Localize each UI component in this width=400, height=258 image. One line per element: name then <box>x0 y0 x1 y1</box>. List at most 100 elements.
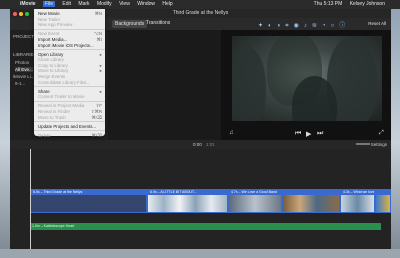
tree-shape <box>232 46 266 121</box>
window-title: Third Grade at the Nellys <box>172 10 229 16</box>
zoom-icon[interactable] <box>25 12 29 16</box>
menu-window[interactable]: Window <box>137 1 155 7</box>
file-menu-item[interactable]: Delete ⌘⌫ <box>38 133 102 138</box>
menu-mark[interactable]: Mark <box>78 1 89 7</box>
file-menu: New Movie ⌘N New Trailer New App Preview New… <box>34 9 105 138</box>
file-menu-item-shortcut: ▸ <box>99 68 102 74</box>
timeline-clip[interactable]: 4.3s – What we love ab... <box>340 189 375 213</box>
menu-view[interactable]: View <box>119 1 130 7</box>
menu-modify[interactable]: Modify <box>97 1 112 7</box>
file-menu-item[interactable]: Consolidate Library Files... <box>38 80 102 85</box>
file-menu-item-label: New Movie <box>38 11 60 16</box>
magic-wand-icon[interactable]: ✦ <box>258 23 263 29</box>
file-menu-item-label: Move to Library <box>38 68 69 74</box>
file-menu-item[interactable]: New App Preview <box>38 22 102 27</box>
speed-icon[interactable]: ◔ <box>322 23 326 29</box>
file-menu-item[interactable]: Close Library <box>38 57 102 62</box>
playhead[interactable] <box>30 149 31 249</box>
info-icon[interactable]: ⓘ <box>339 23 345 29</box>
fullscreen-icon[interactable]: ⤢ <box>379 130 384 137</box>
filter-icon[interactable]: ○ <box>331 23 335 29</box>
file-menu-item-label: Convert Trailer to Movie <box>38 94 85 100</box>
file-menu-item-label: Import iMovie iOS Projects... <box>38 42 94 48</box>
file-menu-item-label: Consolidate Library Files... <box>38 79 90 85</box>
file-menu-item[interactable]: Reveal in Finder ⇧⌘R <box>38 109 102 114</box>
crop-icon[interactable]: ⌗ <box>285 23 288 29</box>
skip-back-icon[interactable]: ⏮ <box>295 130 301 138</box>
file-menu-item-label: Close Library <box>38 57 64 63</box>
timeline-clip[interactable] <box>282 189 340 213</box>
timeline-clip[interactable]: 6.0s – A LITTLE BIT ABOUT... <box>147 189 228 213</box>
audio-clip[interactable]: 1.0m – Kaleidoscope Heart <box>30 223 381 230</box>
color-correction-icon[interactable]: ◑ <box>277 23 281 29</box>
file-menu-item[interactable]: Convert Trailer to Movie <box>38 94 102 99</box>
noise-reduction-icon[interactable]: ≋ <box>312 23 317 29</box>
file-menu-item[interactable]: Move to Library ▸ <box>38 68 102 73</box>
file-menu-item-shortcut: ⌘⌫ <box>91 132 102 138</box>
file-menu-item-label: New App Preview <box>38 22 73 28</box>
sidebar-item-all-events[interactable]: All Eve... <box>15 67 33 72</box>
clip-thumbnail <box>341 195 374 212</box>
menu-separator <box>34 130 105 132</box>
file-menu-item[interactable]: Import iMovie iOS Projects... <box>38 43 102 48</box>
file-menu-item[interactable]: Reveal in Project Media ⇧F <box>38 103 102 108</box>
file-menu-item[interactable]: New Event ⌥N <box>38 31 102 36</box>
stabilization-icon[interactable]: ◉ <box>294 23 299 29</box>
color-balance-icon[interactable]: ◐ <box>268 23 272 29</box>
user-name[interactable]: Kelsey Johnson <box>350 1 385 7</box>
adjust-tools: ✦ ◐ ◑ ⌗ ◉ ♪ ≋ ◔ ○ ⓘ <box>258 20 350 30</box>
backgrounds-browser <box>108 30 221 140</box>
sidebar-item-imovie-library[interactable]: iMovie Li... <box>13 74 35 79</box>
file-menu-item-label: Delete <box>38 132 51 138</box>
clock[interactable]: Thu 5:13 PM <box>314 1 343 7</box>
file-menu-item[interactable]: Open Library ▸ <box>38 52 102 57</box>
close-icon[interactable] <box>13 12 17 16</box>
file-menu-item-label: Import Media... <box>38 36 68 42</box>
sidebar-item-event[interactable]: 9-1... <box>15 81 25 86</box>
menu-help[interactable]: Help <box>162 1 172 7</box>
file-menu-item-label: Reveal in Finder <box>38 109 70 114</box>
timeline-clip[interactable]: 6.0s – Third Grade at the Nellys <box>30 189 147 213</box>
settings-button[interactable]: Settings <box>371 140 387 149</box>
file-menu-item[interactable]: Share ▸ <box>38 89 102 94</box>
microphone-icon[interactable]: ♫ <box>229 130 234 136</box>
menu-separator <box>34 100 105 102</box>
dock <box>0 249 400 258</box>
tab-backgrounds[interactable]: Backgrounds <box>112 20 148 28</box>
play-icon[interactable]: ▶ <box>306 130 311 138</box>
file-menu-item[interactable]: Move to Trash ⌘⌫ <box>38 115 102 120</box>
skip-forward-icon[interactable]: ⏭ <box>317 130 323 138</box>
file-menu-item-label: New Trailer <box>38 16 61 22</box>
file-menu-item[interactable]: New Trailer <box>38 17 102 22</box>
file-menu-item[interactable]: Merge Events <box>38 74 102 79</box>
timeline-header: 0:00 1:01 Settings <box>10 140 391 149</box>
timeline-clip[interactable]: 4.7s – We Love a Good Band <box>228 189 282 213</box>
clip-thumbnail <box>283 195 339 212</box>
file-menu-item-label: New Event <box>38 31 60 37</box>
menu-bar: iMovie File Edit Mark Modify View Window… <box>0 0 400 9</box>
reset-all-button[interactable]: Reset All <box>368 21 386 26</box>
sidebar-item-photos[interactable]: Photos <box>15 60 29 65</box>
file-menu-item[interactable]: Copy to Library ▸ <box>38 63 102 68</box>
clip-thumbnail <box>229 195 281 212</box>
file-menu-item-label: Reveal in Project Media <box>38 103 85 109</box>
file-menu-item-shortcut: ▸ <box>99 62 102 68</box>
tab-transitions[interactable]: Transitions <box>146 20 170 26</box>
file-menu-item-shortcut: ⌥N <box>93 31 102 37</box>
menu-edit[interactable]: Edit <box>62 1 71 7</box>
timeline-clip[interactable] <box>375 189 391 213</box>
volume-icon[interactable]: ♪ <box>304 23 307 29</box>
menu-imovie[interactable]: iMovie <box>20 1 36 7</box>
audio-clip-label: 1.0m – Kaleidoscope Heart <box>32 224 75 228</box>
file-menu-item[interactable]: New Movie ⌘N <box>38 11 102 16</box>
zoom-slider[interactable] <box>356 143 370 145</box>
file-menu-item[interactable]: Update Projects and Events... <box>38 124 102 129</box>
minimize-icon[interactable] <box>19 12 23 16</box>
menu-separator <box>34 49 105 51</box>
video-preview <box>232 36 382 121</box>
libraries-label: LIBRARIES <box>13 52 37 57</box>
project-duration: 1:01 <box>206 142 215 147</box>
menu-file[interactable]: File <box>42 1 56 7</box>
file-menu-item-shortcut: ⌘N <box>94 11 102 16</box>
file-menu-item[interactable]: Import Media... ⌘I <box>38 37 102 42</box>
